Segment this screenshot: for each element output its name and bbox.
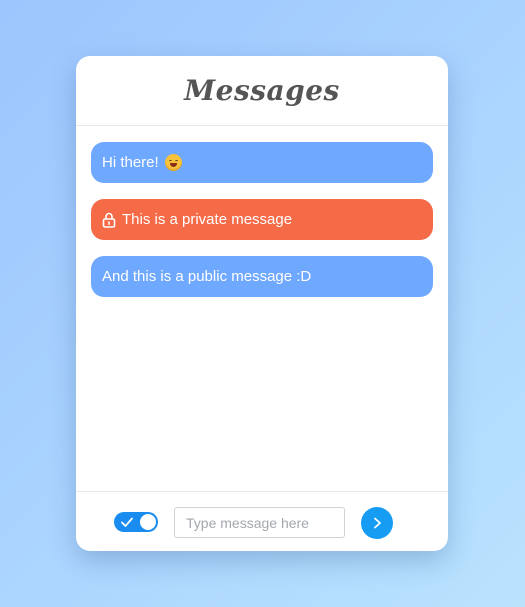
page-title: Messages	[184, 74, 340, 107]
send-button[interactable]	[361, 507, 393, 539]
lock-icon	[102, 212, 116, 228]
message-composer	[76, 491, 448, 551]
message-bubble-private: This is a private message	[91, 199, 433, 240]
message-list: Hi there! This is a private message And …	[91, 142, 433, 313]
message-text: And this is a public message :D	[102, 268, 312, 285]
message-bubble-public: And this is a public message :D	[91, 256, 433, 297]
visibility-toggle[interactable]	[114, 512, 158, 532]
toggle-knob	[140, 514, 156, 530]
hugging-face-emoji-icon	[164, 154, 182, 171]
message-bubble-public: Hi there!	[91, 142, 433, 183]
chevron-right-icon	[370, 516, 384, 530]
message-input[interactable]	[174, 507, 345, 538]
checkmark-icon	[120, 514, 134, 530]
message-text: Hi there!	[102, 154, 159, 171]
messages-panel: Messages Hi there! This is a private mes…	[76, 56, 448, 551]
panel-header: Messages	[76, 56, 448, 126]
message-text: This is a private message	[122, 211, 293, 228]
